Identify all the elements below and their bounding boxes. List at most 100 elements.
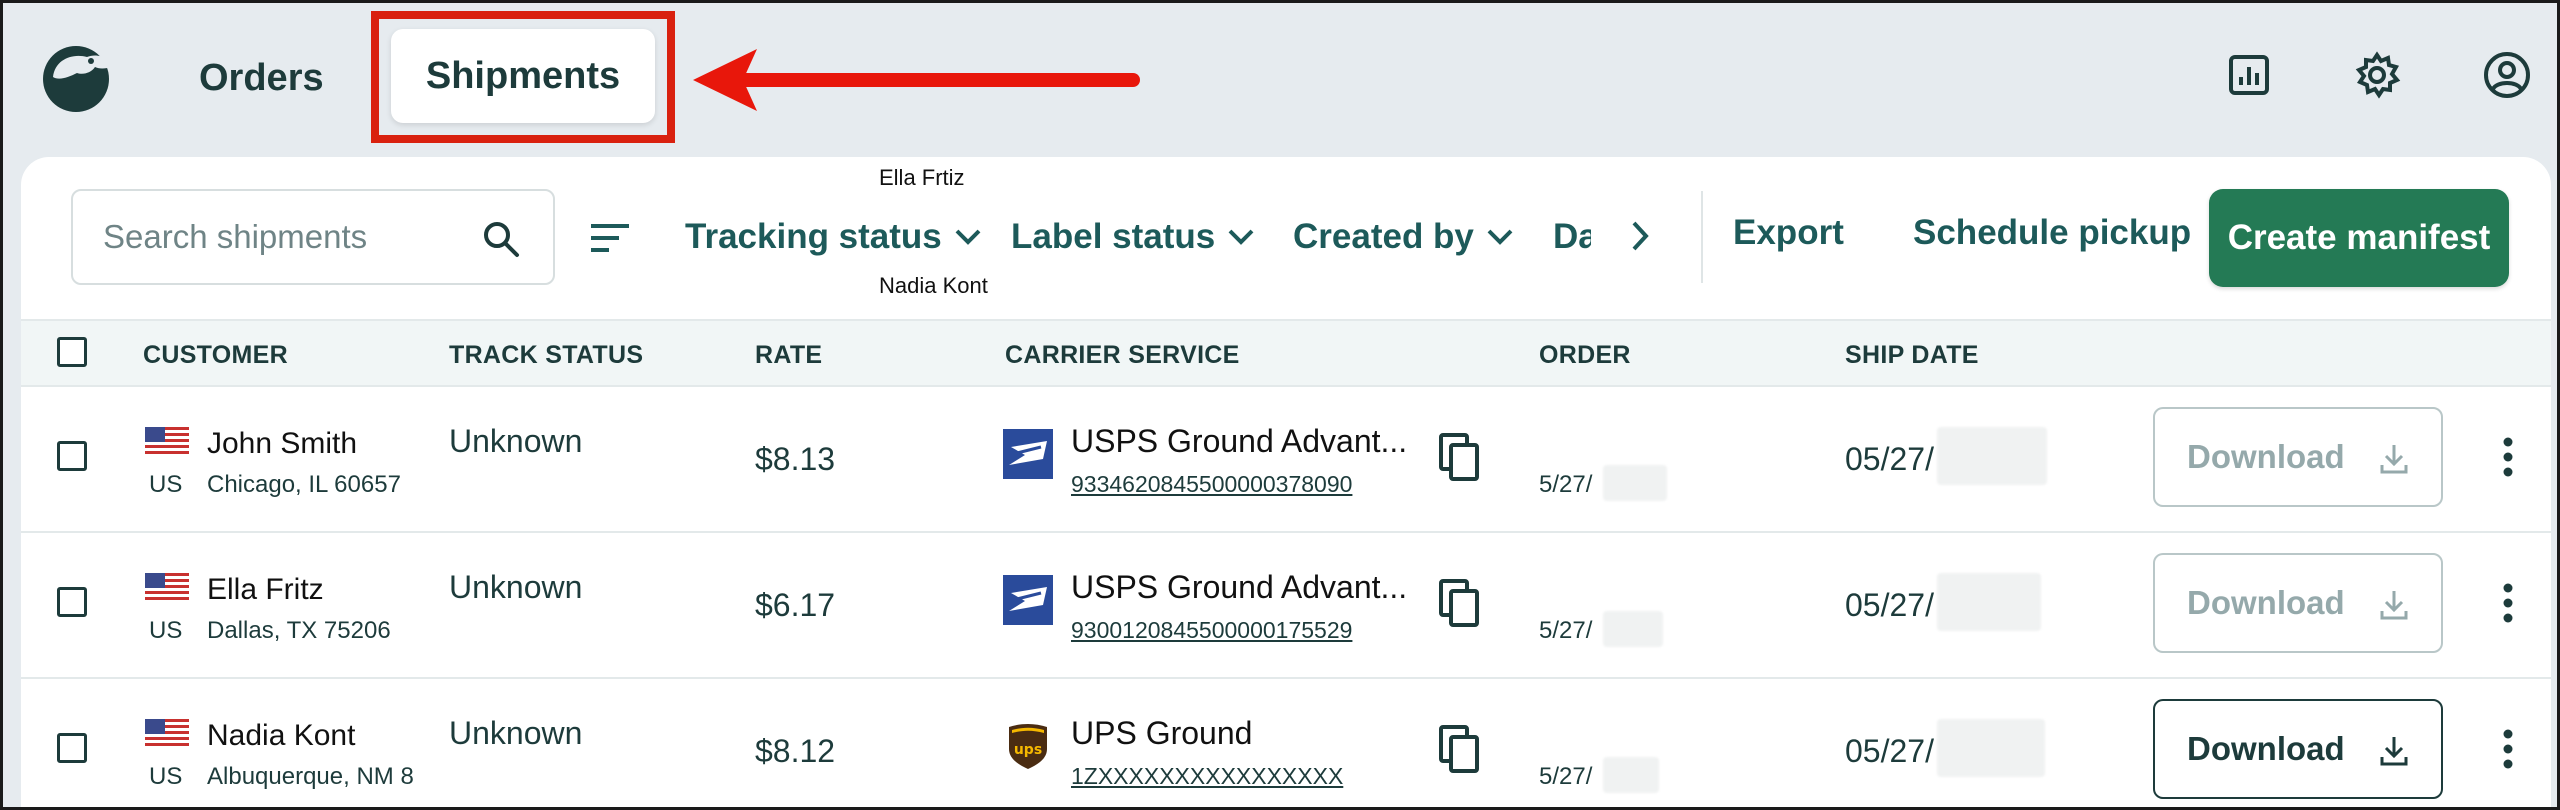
shipments-card: Search shipments Tracking status Label s…: [21, 157, 2551, 807]
download-icon: [2380, 445, 2408, 474]
gear-icon[interactable]: [2351, 49, 2403, 101]
us-flag-icon: [145, 427, 189, 457]
copy-icon[interactable]: [1439, 433, 1481, 483]
chevron-down-icon: [955, 229, 981, 245]
customer-name: Ella Fritz: [207, 573, 324, 606]
kebab-icon[interactable]: [2501, 727, 2515, 771]
filter-tracking-status-label: Tracking status: [685, 217, 942, 256]
us-flag-icon: [145, 719, 189, 749]
order-date: 5/27/: [1539, 471, 1593, 498]
carrier-service: UPS Ground: [1071, 715, 1253, 751]
redacted-ship-date: [1937, 719, 2045, 777]
filter-date-label: Da: [1553, 217, 1591, 256]
tooltip-top: Ella Frtiz: [879, 165, 965, 190]
download-label: Download: [2187, 438, 2345, 475]
download-icon: [2380, 591, 2408, 620]
filter-label-status-label: Label status: [1011, 217, 1216, 256]
annotation-highlight-box: [371, 11, 675, 143]
header-ship-date[interactable]: SHIP DATE: [1845, 341, 1979, 370]
rate: $8.13: [755, 441, 836, 477]
download-label: Download: [2187, 730, 2345, 767]
download-button[interactable]: Download: [2153, 553, 2443, 653]
ship-date: 05/27/: [1845, 587, 1934, 623]
us-flag-icon: [145, 573, 189, 603]
customer-name: John Smith: [207, 427, 358, 460]
create-manifest-button[interactable]: Create manifest: [2209, 189, 2509, 287]
ups-logo-icon: ups: [1009, 724, 1047, 769]
customer-country: US: [149, 471, 183, 498]
customer-address: Chicago, IL 60657: [207, 471, 401, 498]
track-status: Unknown: [449, 423, 583, 459]
redacted-ship-date: [1937, 573, 2041, 631]
rate: $6.17: [755, 587, 836, 623]
filter-created-by-label: Created by: [1293, 217, 1474, 256]
search-input[interactable]: Search shipments: [71, 189, 555, 285]
row-checkbox[interactable]: [57, 441, 87, 471]
kebab-icon[interactable]: [2501, 435, 2515, 479]
header-order[interactable]: ORDER: [1539, 341, 1631, 370]
tracking-number-link[interactable]: 1ZXXXXXXXXXXXXXXXX: [1071, 763, 1343, 790]
table-header: CUSTOMER TRACK STATUS RATE CARRIER SERVI…: [21, 319, 2551, 387]
header-customer[interactable]: CUSTOMER: [143, 341, 288, 370]
table-row[interactable]: US Ella Fritz Dallas, TX 75206 Unknown $…: [21, 533, 2551, 679]
download-button[interactable]: Download: [2153, 407, 2443, 507]
header-track-status[interactable]: TRACK STATUS: [449, 341, 643, 370]
track-status: Unknown: [449, 715, 583, 751]
toolbar: Search shipments Tracking status Label s…: [21, 157, 2551, 319]
customer-name: Nadia Kont: [207, 719, 356, 752]
ship-date: 05/27/: [1845, 733, 1934, 769]
carrier-service: USPS Ground Advant...: [1071, 423, 1408, 459]
customer-country: US: [149, 617, 183, 644]
kebab-icon[interactable]: [2501, 581, 2515, 625]
row-checkbox[interactable]: [57, 733, 87, 763]
filter-tracking-status[interactable]: Tracking status: [685, 213, 982, 261]
svg-text:ups: ups: [1014, 742, 1042, 758]
download-button[interactable]: Download: [2153, 699, 2443, 799]
redacted-order: [1603, 611, 1663, 647]
table-row[interactable]: US Nadia Kont Albuquerque, NM 8 Unknown …: [21, 679, 2551, 807]
filter-date[interactable]: Da: [1553, 213, 1591, 261]
user-icon[interactable]: [2481, 49, 2533, 101]
redacted-order: [1603, 465, 1667, 501]
ship-date: 05/27/: [1845, 441, 1934, 477]
table-row[interactable]: US John Smith Chicago, IL 60657 Unknown …: [21, 387, 2551, 533]
order-date: 5/27/: [1539, 617, 1593, 644]
filter-created-by[interactable]: Created by: [1293, 213, 1514, 261]
download-label: Download: [2187, 584, 2345, 621]
report-icon[interactable]: [2223, 49, 2275, 101]
carrier-service: USPS Ground Advant...: [1071, 569, 1408, 605]
tracking-number-link[interactable]: 9334620845500000378090: [1071, 471, 1352, 498]
schedule-pickup-button[interactable]: Schedule pickup: [1913, 213, 2191, 253]
tracking-number-link[interactable]: 9300120845500000175529: [1071, 617, 1352, 644]
track-status: Unknown: [449, 569, 583, 605]
copy-icon[interactable]: [1439, 579, 1481, 629]
annotation-arrow: [693, 49, 1140, 111]
header-carrier-service[interactable]: CARRIER SERVICE: [1005, 341, 1240, 370]
copy-icon[interactable]: [1439, 725, 1481, 775]
header-rate[interactable]: RATE: [755, 341, 822, 370]
chevron-down-icon: [1487, 229, 1513, 245]
rate: $8.12: [755, 733, 836, 769]
search-placeholder: Search shipments: [103, 218, 368, 255]
filter-label-status[interactable]: Label status: [1011, 213, 1255, 261]
sort-icon[interactable]: [589, 221, 631, 255]
app-logo-icon[interactable]: [39, 39, 117, 113]
select-all-checkbox[interactable]: [57, 337, 87, 367]
usps-logo-icon: [1003, 429, 1053, 479]
export-button[interactable]: Export: [1733, 213, 1844, 253]
tab-orders[interactable]: Orders: [199, 31, 324, 125]
tooltip-bottom: Nadia Kont: [879, 273, 988, 298]
order-date: 5/27/: [1539, 763, 1593, 790]
usps-logo-icon: [1003, 575, 1053, 625]
app-window: Orders Shipments Search shipments Tracki…: [0, 0, 2560, 810]
customer-address: Dallas, TX 75206: [207, 617, 391, 644]
redacted-ship-date: [1937, 427, 2047, 485]
customer-country: US: [149, 763, 183, 790]
redacted-order: [1603, 757, 1659, 793]
toolbar-divider: [1701, 191, 1703, 283]
row-checkbox[interactable]: [57, 587, 87, 617]
chevron-right-icon[interactable]: [1625, 219, 1655, 253]
customer-address: Albuquerque, NM 8: [207, 763, 413, 790]
search-icon[interactable]: [481, 219, 521, 259]
chevron-down-icon: [1228, 229, 1254, 245]
